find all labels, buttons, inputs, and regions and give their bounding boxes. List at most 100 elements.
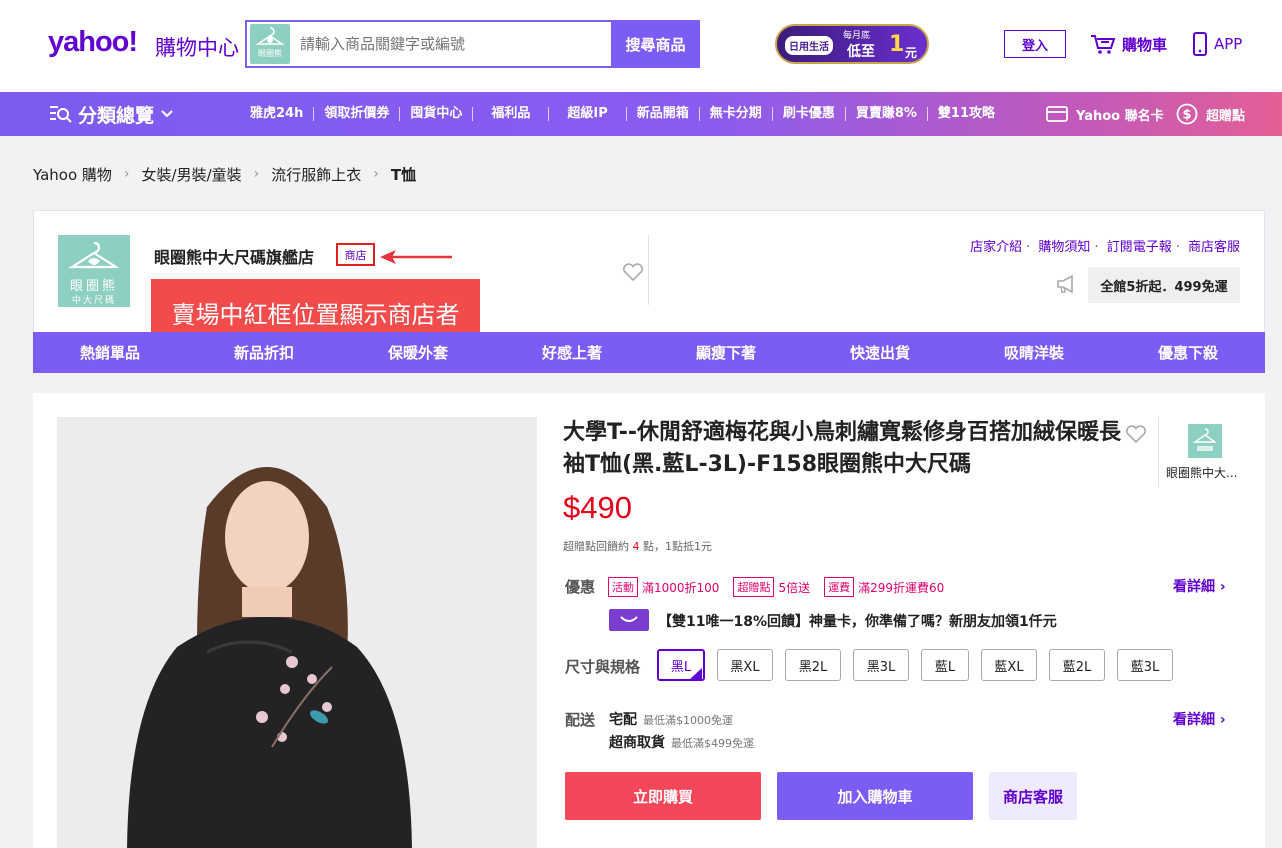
store-logo-line2: 中大尺碼 bbox=[71, 296, 116, 306]
megaphone-icon bbox=[1057, 274, 1073, 294]
nav-link[interactable]: 福利品 bbox=[473, 107, 550, 121]
app-link[interactable]: APP bbox=[1192, 30, 1242, 58]
offer-detail-link[interactable]: 看詳細 › bbox=[1173, 576, 1226, 596]
phone-icon bbox=[1193, 32, 1207, 56]
breadcrumb-item[interactable]: 女裝/男裝/童裝 bbox=[142, 164, 242, 185]
add-to-cart-button[interactable]: 加入購物車 bbox=[777, 772, 973, 820]
promo-tag: 日用生活 bbox=[785, 36, 833, 55]
offer-item: 運費 滿299折運費60 bbox=[824, 577, 944, 597]
points-note: 超贈點回饋約 4 點，1點抵1元 bbox=[563, 538, 712, 554]
store-promo-badge[interactable]: 全館5折起．499免運 bbox=[1088, 267, 1240, 303]
card-promo-text[interactable]: 【雙11唯一18%回饋】神量卡，你準備了嗎？新朋友加領1仟元 bbox=[658, 611, 1057, 631]
login-button[interactable]: 登入 bbox=[1004, 30, 1066, 58]
store-tab[interactable]: 吸睛洋裝 bbox=[957, 332, 1111, 373]
size-option[interactable]: 黑XL bbox=[717, 649, 773, 681]
search-input[interactable] bbox=[300, 26, 605, 62]
hanger-icon bbox=[1192, 428, 1218, 451]
nav-link[interactable]: 無卡分期 bbox=[700, 107, 773, 121]
divider bbox=[648, 235, 649, 305]
nav-link[interactable]: 超級IP bbox=[549, 107, 627, 121]
nav-links: 雅虎24h 領取折價券 囤貨中心 福利品 超級IP 新品開箱 無卡分期 刷卡優惠… bbox=[240, 92, 1005, 136]
offer-detail-label: 看詳細 bbox=[1173, 579, 1215, 595]
store-tab[interactable]: 優惠下殺 bbox=[1111, 332, 1265, 373]
category-search-icon bbox=[50, 106, 72, 123]
offer-text: 5倍送 bbox=[778, 580, 811, 595]
store-intro-link[interactable]: 店家介紹 bbox=[970, 240, 1022, 255]
divider bbox=[1158, 417, 1159, 487]
breadcrumb-item[interactable]: Yahoo 購物 bbox=[33, 164, 112, 185]
credit-card-icon bbox=[609, 609, 649, 631]
offer-text: 滿1000折100 bbox=[642, 580, 720, 595]
favorite-store-heart-icon[interactable] bbox=[622, 262, 644, 282]
size-option[interactable]: 藍XL bbox=[981, 649, 1037, 681]
store-tab[interactable]: 新品折扣 bbox=[187, 332, 341, 373]
annotation-arrow-icon bbox=[380, 250, 452, 264]
nav-link[interactable]: 刷卡優惠 bbox=[773, 107, 846, 121]
store-tab[interactable]: 好感上著 bbox=[495, 332, 649, 373]
breadcrumb-item[interactable]: T恤 bbox=[391, 164, 416, 185]
store-service-button[interactable]: 商店客服 bbox=[989, 772, 1077, 820]
dollar-coin-icon: $ bbox=[1176, 103, 1198, 125]
bonus-points-link[interactable]: $ 超贈點 bbox=[1176, 92, 1245, 136]
purchase-notice-link[interactable]: 購物須知 bbox=[1038, 240, 1090, 255]
category-menu-label: 分類總覽 bbox=[78, 104, 155, 127]
store-logo[interactable]: 眼圈熊 中大尺碼 bbox=[58, 235, 130, 307]
nav-link[interactable]: 雅虎24h bbox=[240, 107, 315, 121]
nav-link[interactable]: 雙11攻略 bbox=[928, 107, 1005, 121]
nav-link[interactable]: 新品開箱 bbox=[627, 107, 700, 121]
shipping-label: 配送 bbox=[565, 711, 596, 729]
offer-tag: 活動 bbox=[608, 577, 638, 597]
yahoo-logo[interactable]: yahoo! bbox=[48, 26, 138, 59]
store-pickup-label: 超商取貨 bbox=[609, 735, 665, 751]
category-menu-button[interactable]: 分類總覽 bbox=[48, 92, 174, 136]
home-delivery-label: 宅配 bbox=[609, 712, 637, 728]
size-option[interactable]: 藍L bbox=[921, 649, 969, 681]
store-tab[interactable]: 顯瘦下著 bbox=[649, 332, 803, 373]
store-name[interactable]: 眼圈熊中大尺碼旗艦店 bbox=[154, 244, 314, 268]
store-info-links: 店家介紹 · 購物須知 · 訂閱電子報 · 商店客服 bbox=[970, 240, 1240, 255]
store-tab[interactable]: 快速出貨 bbox=[803, 332, 957, 373]
nav-link[interactable]: 買賣賺8% bbox=[846, 107, 928, 121]
search-store-thumbnail: 眼圈熊 bbox=[250, 24, 290, 64]
breadcrumb-item[interactable]: 流行服飾上衣 bbox=[271, 164, 361, 185]
size-option[interactable]: 黑2L bbox=[785, 649, 841, 681]
newsletter-link[interactable]: 訂閱電子報 bbox=[1107, 240, 1172, 255]
chevron-right-icon: › bbox=[123, 166, 130, 182]
seller-logo[interactable] bbox=[1188, 424, 1222, 458]
nav-link[interactable]: 囤貨中心 bbox=[400, 107, 474, 121]
store-pickup-option: 超商取貨 最低滿$499免運 bbox=[609, 732, 754, 752]
shopping-center-label[interactable]: 購物中心 bbox=[155, 32, 239, 62]
card-icon bbox=[1046, 106, 1068, 122]
seller-name[interactable]: 眼圈熊中大... bbox=[1166, 464, 1246, 481]
offer-text: 滿299折運費60 bbox=[858, 580, 945, 595]
size-option[interactable]: 黑3L bbox=[853, 649, 909, 681]
store-tab[interactable]: 保暖外套 bbox=[341, 332, 495, 373]
cart-label: 購物車 bbox=[1122, 35, 1168, 54]
svg-text:$: $ bbox=[1182, 108, 1191, 123]
store-tab[interactable]: 熱銷單品 bbox=[33, 332, 187, 373]
size-option[interactable]: 藍2L bbox=[1049, 649, 1105, 681]
promo-line2: 低至 bbox=[847, 44, 875, 60]
daily-life-promo-banner[interactable]: 日用生活 每月底 低至 1 元 bbox=[775, 24, 929, 64]
points-prefix: 超贈點回饋約 bbox=[563, 540, 629, 553]
search-button[interactable]: 搜尋商品 bbox=[611, 20, 700, 68]
buy-now-button[interactable]: 立即購買 bbox=[565, 772, 761, 820]
store-service-link[interactable]: 商店客服 bbox=[1188, 240, 1240, 255]
yahoo-card-link[interactable]: Yahoo 聯名卡 bbox=[1046, 92, 1164, 136]
hanger-icon bbox=[68, 241, 120, 269]
store-category-tabs: 熱銷單品 新品折扣 保暖外套 好感上著 顯瘦下著 快速出貨 吸睛洋裝 優惠下殺 bbox=[33, 332, 1265, 373]
offer-tags: 活動 滿1000折100 超贈點 5倍送 運費 滿299折運費60 bbox=[608, 577, 944, 597]
chevron-right-icon: › bbox=[253, 166, 260, 182]
nav-link[interactable]: 領取折價券 bbox=[314, 107, 401, 121]
points-value: 4 bbox=[632, 540, 640, 553]
product-image[interactable] bbox=[57, 417, 537, 848]
favorite-product-heart-icon[interactable] bbox=[1125, 424, 1147, 444]
size-option-selected[interactable]: 黑L bbox=[657, 649, 705, 681]
size-option[interactable]: 藍3L bbox=[1117, 649, 1173, 681]
offer-tag: 超贈點 bbox=[733, 577, 775, 597]
home-delivery-note: 最低滿$1000免運 bbox=[643, 714, 733, 727]
promo-unit: 元 bbox=[905, 46, 918, 60]
cart-link[interactable]: 購物車 bbox=[1090, 30, 1167, 58]
chevron-right-icon: › bbox=[1219, 579, 1226, 595]
shipping-detail-link[interactable]: 看詳細 › bbox=[1173, 709, 1226, 729]
